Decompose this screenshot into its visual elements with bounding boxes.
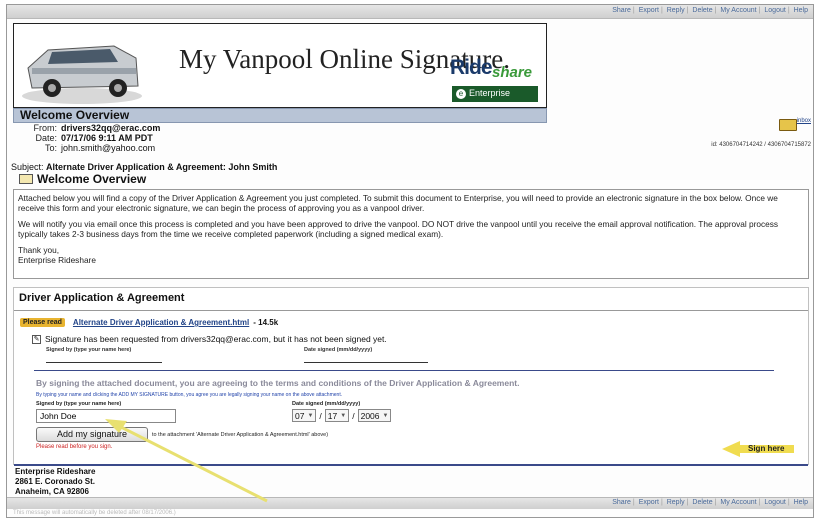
document-link[interactable]: Alternate Driver Application & Agreement… — [73, 318, 249, 327]
month-select[interactable]: 07 ▼ — [292, 409, 317, 422]
add-signature-button[interactable]: Add my signature — [36, 427, 148, 442]
message-body: Attached below you will find a copy of t… — [13, 189, 809, 279]
date-label: Date: — [35, 133, 57, 143]
section-divider — [34, 370, 774, 371]
please-read-badge: Please read — [20, 318, 65, 327]
welcome-header: Welcome Overview — [13, 108, 547, 123]
envelope-icon — [19, 174, 33, 184]
subject-value: Alternate Driver Application & Agreement… — [46, 162, 278, 172]
address-line-3: Anaheim, CA 92806 — [15, 487, 89, 496]
year-select[interactable]: 2006 ▼ — [357, 409, 392, 422]
export-link[interactable]: Export — [639, 7, 659, 14]
subject-row: Subject: Alternate Driver Application & … — [11, 162, 277, 172]
logo-ride: Ride — [450, 56, 493, 79]
form-signed-by-label: Signed by (type your name here) — [36, 401, 122, 407]
agreement-bottom-rule — [14, 464, 808, 466]
top-toolbar: Share | Export | Reply | Delete | My Account… — [7, 5, 813, 19]
reply-link[interactable]: Reply — [667, 7, 685, 14]
message-paragraph-2: We will notify you via email once this p… — [18, 219, 779, 239]
delete-link[interactable]: Delete — [692, 7, 712, 14]
welcome-subtitle: Welcome Overview — [19, 172, 146, 186]
signed-by-line — [46, 362, 162, 363]
date-signed-label: Date signed (mm/dd/yyyy) — [304, 347, 373, 353]
rideshare-logo: Ride share e Enterprise — [446, 52, 542, 106]
document-size: - 14.5k — [253, 318, 279, 327]
signature-status-text: Signature has been requested from driver… — [45, 334, 387, 344]
from-label: From: — [33, 123, 58, 133]
from-value: drivers32qq@erac.com — [61, 123, 161, 133]
to-value: john.smith@yahoo.com — [61, 143, 156, 153]
terms-statement: By signing the attached document, you ar… — [36, 378, 520, 388]
address-line-2: 2861 E. Coronado St. — [15, 477, 96, 486]
bottom-toolbar-links: Share | Export | Reply | Delete | My Account… — [612, 499, 808, 506]
date-select-group: 07 ▼ / 17 ▼ / 2006 ▼ — [292, 409, 392, 422]
delete-link-bottom[interactable]: Delete — [692, 499, 712, 506]
my-account-link[interactable]: My Account — [720, 7, 756, 14]
signature-name-input[interactable] — [36, 409, 176, 423]
share-link[interactable]: Share — [612, 7, 631, 14]
agreement-divider — [14, 310, 808, 311]
signature-status: ✎ Signature has been requested from driv… — [32, 334, 387, 344]
signed-by-label: Signed by (type your name here) — [46, 347, 132, 353]
email-window: Share | Export | Reply | Delete | My Account… — [6, 4, 814, 518]
address-line-1: Enterprise Rideshare — [15, 467, 96, 476]
logout-link[interactable]: Logout — [764, 7, 785, 14]
help-link-bottom[interactable]: Help — [794, 499, 808, 506]
share-link-bottom[interactable]: Share — [612, 499, 631, 506]
agreement-panel: Driver Application & Agreement Please re… — [13, 287, 809, 466]
read-first-warning: Please read before you sign. — [36, 444, 113, 450]
logout-link-bottom[interactable]: Logout — [764, 499, 785, 506]
help-link[interactable]: Help — [794, 7, 808, 14]
to-label: To: — [44, 143, 57, 153]
subject-label: Subject: — [11, 162, 44, 172]
message-meta: From: drivers32qq@erac.com Date: 07/17/06 … — [13, 123, 161, 153]
sign-here-marker: Sign here — [722, 440, 794, 458]
inbox-link[interactable]: inbox — [797, 118, 811, 124]
my-account-link-bottom[interactable]: My Account — [720, 499, 756, 506]
bottom-toolbar: Share | Export | Reply | Delete | My Account… — [7, 497, 813, 509]
message-id: id: 4306704714242 / 4306704715872 — [711, 142, 811, 148]
day-select[interactable]: 17 ▼ — [324, 409, 350, 422]
export-link-bottom[interactable]: Export — [639, 499, 659, 506]
signature-status-icon: ✎ — [32, 334, 41, 344]
attachment-note: to the attachment 'Alternate Driver Appl… — [152, 432, 329, 438]
signature-banner: My Vanpool Online Signature. Ride share … — [13, 23, 547, 108]
toolbar-links: Share | Export | Reply | Delete | My Account… — [612, 7, 808, 14]
company-address: Enterprise Rideshare 2861 E. Coronado St… — [15, 467, 95, 497]
message-signoff-2: Enterprise Rideshare — [18, 255, 96, 265]
sign-here-label: Sign here — [748, 444, 785, 453]
agreement-title: Driver Application & Agreement — [19, 292, 185, 304]
message-signoff-1: Thank you, — [18, 245, 60, 255]
form-date-label: Date signed (mm/dd/yyyy) — [292, 401, 361, 407]
reply-link-bottom[interactable]: Reply — [667, 499, 685, 506]
message-paragraph-1: Attached below you will find a copy of t… — [18, 193, 778, 213]
van-image — [22, 45, 142, 104]
folder-icon[interactable] — [778, 119, 797, 131]
document-line: Please read Alternate Driver Application… — [20, 318, 278, 327]
legal-notice: By typing your name and clicking the ADD… — [36, 392, 343, 398]
folder-area: inbox id: 4306704714242 / 4306704715872 — [711, 118, 811, 148]
deletion-notice: This message will automatically be delet… — [13, 510, 176, 516]
date-signed-line — [304, 362, 428, 363]
enterprise-logo: e Enterprise — [452, 86, 538, 102]
date-value: 07/17/06 9:11 AM PDT — [61, 133, 153, 143]
logo-share: share — [492, 64, 533, 81]
